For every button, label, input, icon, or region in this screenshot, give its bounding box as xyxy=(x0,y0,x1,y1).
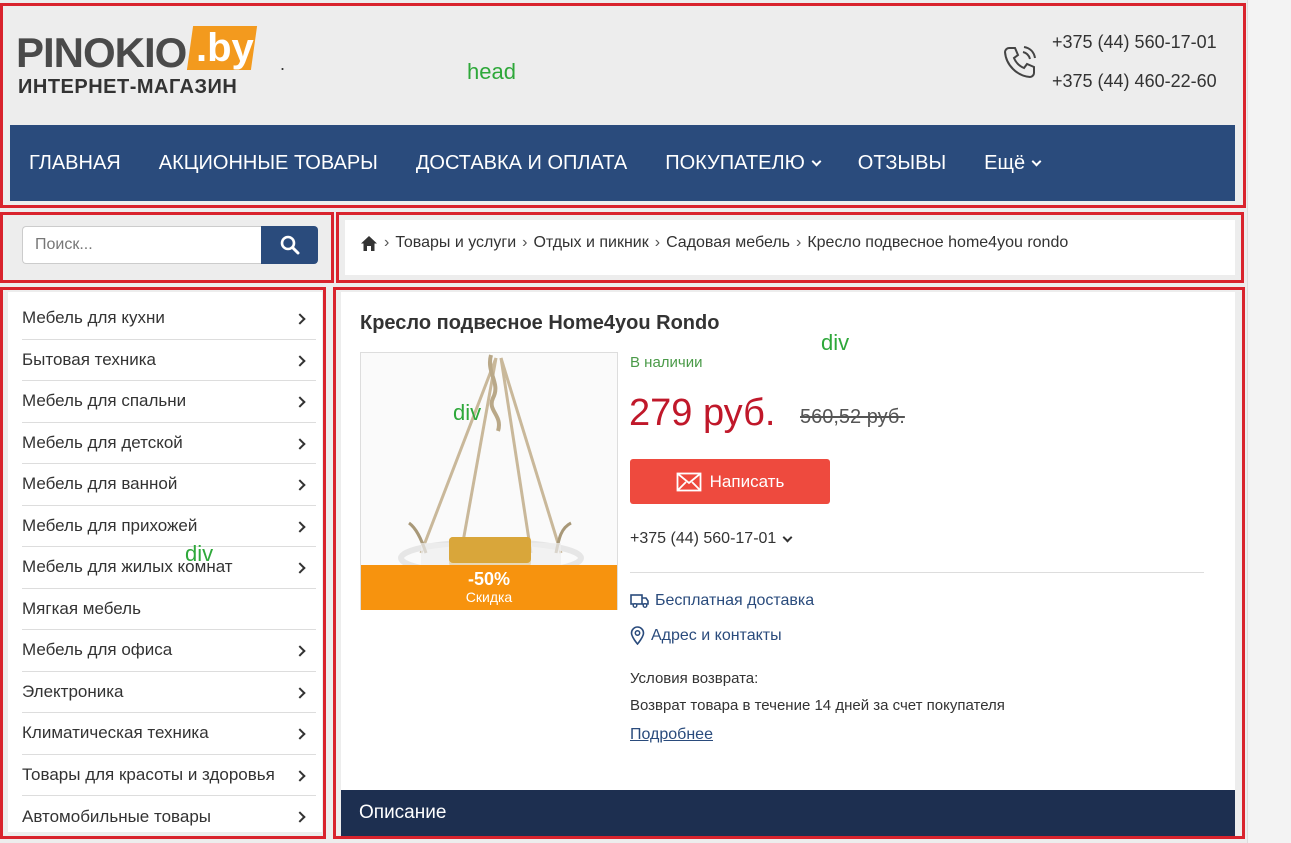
category-item[interactable]: Мебель для спальни xyxy=(22,381,316,423)
product-phone[interactable]: +375 (44) 560-17-01 xyxy=(630,530,793,548)
search-input[interactable] xyxy=(22,226,261,264)
breadcrumb-separator: › xyxy=(654,234,661,251)
chevron-right-icon xyxy=(294,313,306,325)
category-item[interactable]: Мебель для жилых комнат xyxy=(22,547,316,589)
annotation-label-head: head xyxy=(467,59,516,84)
stock-status: В наличии xyxy=(630,354,703,371)
address-link[interactable]: Адрес и контакты xyxy=(630,626,782,645)
category-item[interactable]: Электроника xyxy=(22,672,316,713)
search-bar xyxy=(22,226,318,266)
return-label: Условия возврата: xyxy=(630,670,759,687)
category-item[interactable]: Мебель для ванной xyxy=(22,464,316,506)
category-item[interactable]: Мебель для офиса xyxy=(22,630,316,672)
return-text: Возврат товара в течение 14 дней за счет… xyxy=(630,697,1005,714)
chevron-right-icon xyxy=(294,645,306,657)
breadcrumb-item[interactable]: Садовая мебель xyxy=(666,234,790,252)
nav-item-delivery[interactable]: ДОСТАВКА И ОПЛАТА xyxy=(416,152,627,175)
chevron-right-icon xyxy=(294,562,306,574)
chevron-right-icon xyxy=(294,686,306,699)
envelope-icon xyxy=(676,472,702,491)
divider xyxy=(630,572,1204,573)
home-icon[interactable] xyxy=(360,235,378,252)
breadcrumb: › Товары и услуги › Отдых и пикник › Сад… xyxy=(360,234,1068,252)
discount-percent: -50% xyxy=(467,569,511,589)
annotation-label-main: div xyxy=(821,330,850,355)
category-item[interactable]: Товары для красоты и здоровья xyxy=(22,755,316,796)
category-item[interactable]: Бытовая техника xyxy=(22,340,316,381)
category-item[interactable]: Мебель для детской xyxy=(22,423,316,464)
search-icon xyxy=(280,235,299,255)
breadcrumb-item[interactable]: Отдых и пикник xyxy=(533,234,648,252)
chevron-right-icon xyxy=(294,811,306,823)
chevron-right-icon xyxy=(294,728,306,740)
delivery-link[interactable]: Бесплатная доставка xyxy=(630,592,814,610)
chevron-down-icon xyxy=(782,532,793,542)
annotation-label-image: div xyxy=(453,400,482,425)
more-link[interactable]: Подробнее xyxy=(630,726,713,744)
old-price: 560,52 руб. xyxy=(800,406,905,428)
category-list: Мебель для кухни Бытовая техника Мебель … xyxy=(22,298,316,838)
site-logo[interactable]: PINOKIO .by ИНТЕРНЕТ-МАГАЗИН xyxy=(16,26,258,100)
header-phone-1[interactable]: +375 (44) 560-17-01 xyxy=(1052,32,1217,53)
chevron-right-icon xyxy=(294,479,306,491)
main-nav: ГЛАВНАЯ АКЦИОННЫЕ ТОВАРЫ ДОСТАВКА И ОПЛА… xyxy=(10,125,1235,201)
product-title: Кресло подвесное Home4you Rondo xyxy=(360,312,720,334)
breadcrumb-item[interactable]: Товары и услуги xyxy=(395,234,516,252)
phone-icon xyxy=(1003,46,1036,79)
chevron-right-icon xyxy=(294,520,306,533)
description-tab[interactable]: Описание xyxy=(341,790,1235,836)
category-item[interactable]: Автомобильные товары xyxy=(22,796,316,838)
nav-item-promo[interactable]: АКЦИОННЫЕ ТОВАРЫ xyxy=(159,152,378,175)
nav-item-more[interactable]: Ещё xyxy=(984,152,1042,175)
price: 279 руб. xyxy=(629,392,776,434)
chevron-right-icon xyxy=(294,396,306,408)
chevron-down-icon xyxy=(1031,156,1042,166)
truck-icon xyxy=(630,594,649,608)
chevron-right-icon xyxy=(294,437,306,450)
breadcrumb-separator: › xyxy=(384,234,390,251)
logo-subtitle: ИНТЕРНЕТ-МАГАЗИН xyxy=(18,76,238,98)
breadcrumb-separator: › xyxy=(796,234,802,251)
header-phone-2[interactable]: +375 (44) 460-22-60 xyxy=(1052,71,1217,92)
page-scrollbar[interactable] xyxy=(1247,0,1291,843)
write-button[interactable]: Написать xyxy=(630,459,830,504)
nav-item-home[interactable]: ГЛАВНАЯ xyxy=(29,152,121,175)
search-button[interactable] xyxy=(261,226,318,264)
category-item[interactable]: Мебель для прихожей xyxy=(22,506,316,547)
discount-label: Скидка xyxy=(465,589,513,605)
breadcrumb-separator: › xyxy=(522,234,528,251)
chevron-right-icon xyxy=(294,769,306,782)
logo-word: PINOKIO xyxy=(16,29,187,76)
chevron-right-icon xyxy=(294,354,306,367)
annotation-label-sidebar: div xyxy=(185,541,214,566)
nav-item-reviews[interactable]: ОТЗЫВЫ xyxy=(858,152,946,175)
category-item[interactable]: Климатическая техника xyxy=(22,713,316,755)
logo-domain-badge: .by xyxy=(186,26,258,70)
header-dot: . xyxy=(280,54,286,74)
map-pin-icon xyxy=(630,626,645,645)
nav-item-buyer[interactable]: ПОКУПАТЕЛЮ xyxy=(665,152,822,175)
category-item[interactable]: Мебель для кухни xyxy=(22,298,316,340)
discount-badge: -50% Скидка xyxy=(361,565,617,610)
category-item[interactable]: Мягкая мебель xyxy=(22,589,316,630)
breadcrumb-current: Кресло подвесное home4you rondo xyxy=(807,234,1069,251)
chevron-down-icon xyxy=(811,156,822,166)
